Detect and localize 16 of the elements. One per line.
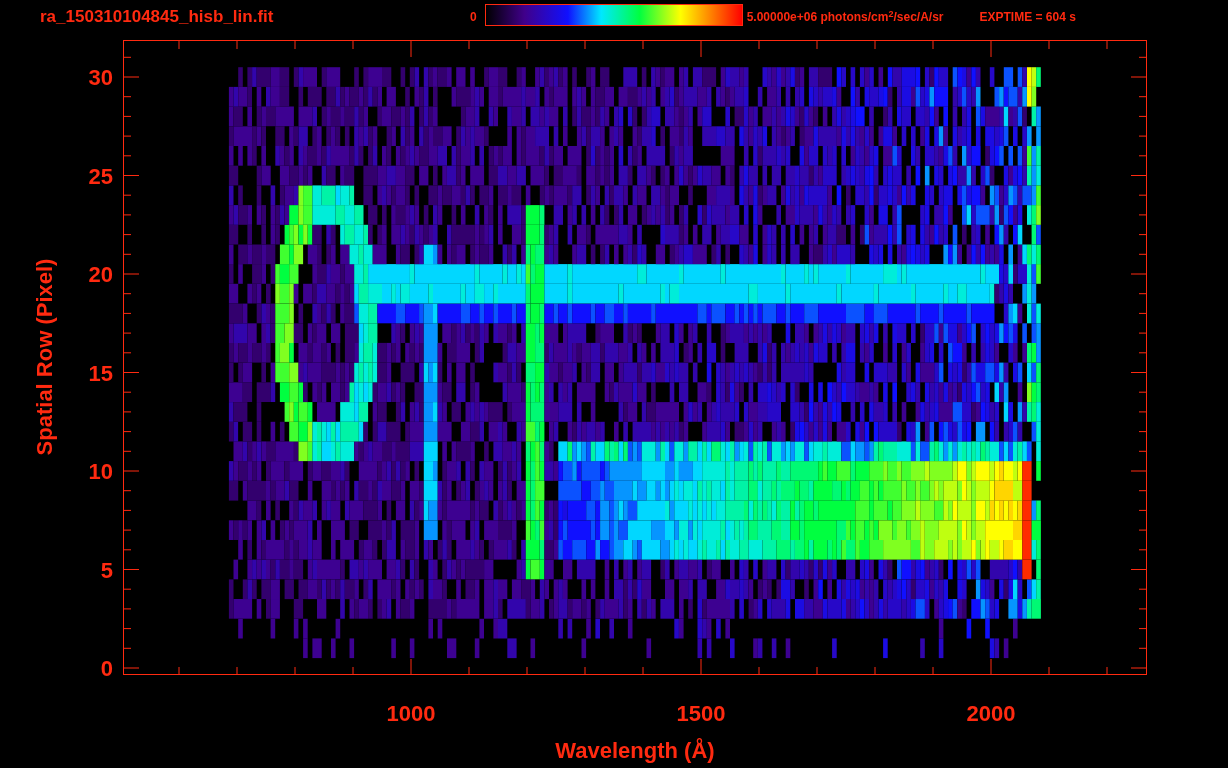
y-tick-label: 0 <box>100 656 113 681</box>
y-tick-label: 30 <box>88 65 113 90</box>
color-scale-min-label: 0 <box>470 9 477 26</box>
y-tick-label: 20 <box>88 262 113 287</box>
y-axis-label: Spatial Row (Pixel) <box>32 258 57 456</box>
y-tick-label: 10 <box>88 459 113 484</box>
x-tick-label: 1000 <box>386 701 436 726</box>
exposure-time-label: EXPTIME = 604 s <box>979 9 1076 26</box>
y-tick-label: 15 <box>88 360 113 386</box>
color-scale-max-label: 5.00000e+06 photons/cm$^{2}$/sec/A/sr <box>746 8 944 26</box>
y-tick-label: 5 <box>100 557 113 583</box>
file-name-title: ra_150310104845_hisb_lin.fit <box>40 6 275 28</box>
x-axis-label: Wavelength (Å) <box>555 738 715 763</box>
y-tick-label: 25 <box>88 163 113 189</box>
x-tick-label: 1500 <box>676 701 726 726</box>
x-tick-label: 2000 <box>966 701 1016 726</box>
